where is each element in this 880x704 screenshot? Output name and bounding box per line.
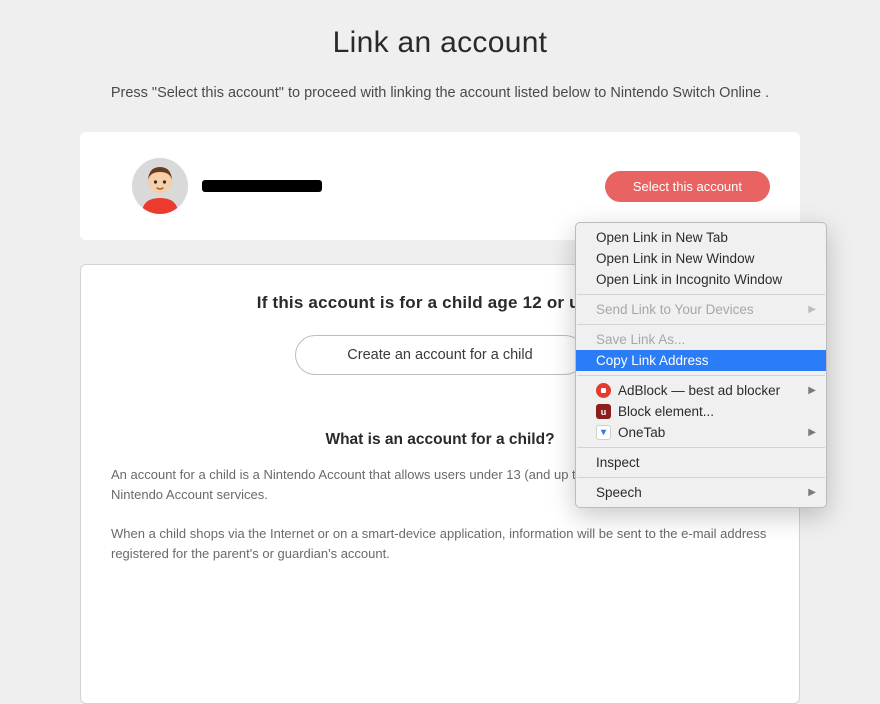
chevron-right-icon: ▶ — [808, 384, 816, 395]
page-title: Link an account — [80, 26, 800, 60]
context-menu-item-label: AdBlock — best ad blocker — [618, 383, 780, 398]
context-menu-separator — [577, 294, 825, 295]
context-menu-item-label: Block element... — [618, 404, 714, 419]
context-menu-separator — [577, 477, 825, 478]
onetab-icon: ▾ — [596, 425, 611, 440]
context-menu-item-label: OneTab — [618, 425, 665, 440]
context-menu-item[interactable]: ▾ OneTab ▶ — [576, 422, 826, 443]
create-child-account-button[interactable]: Create an account for a child — [295, 335, 585, 375]
context-menu-item[interactable]: Copy Link Address — [576, 350, 826, 371]
context-menu-item-label: Send Link to Your Devices — [596, 302, 754, 317]
context-menu-separator — [577, 375, 825, 376]
context-menu-item[interactable]: Open Link in New Window — [576, 248, 826, 269]
context-menu[interactable]: Open Link in New Tab Open Link in New Win… — [575, 222, 827, 508]
context-menu-item[interactable]: Block element... — [576, 401, 826, 422]
context-menu-item: Send Link to Your Devices ▶ — [576, 299, 826, 320]
chevron-right-icon: ▶ — [808, 486, 816, 497]
context-menu-item-label: Copy Link Address — [596, 353, 709, 368]
context-menu-item[interactable]: AdBlock — best ad blocker ▶ — [576, 380, 826, 401]
context-menu-item-label: Open Link in Incognito Window — [596, 272, 782, 287]
page-subtitle: Press "Select this account" to proceed w… — [80, 82, 800, 104]
account-name-redacted — [202, 180, 322, 192]
context-menu-separator — [577, 447, 825, 448]
faq-paragraph: When a child shops via the Internet or o… — [111, 524, 769, 563]
context-menu-separator — [577, 324, 825, 325]
context-menu-item[interactable]: Open Link in Incognito Window — [576, 269, 826, 290]
select-account-button[interactable]: Select this account — [605, 171, 770, 202]
context-menu-item-label: Save Link As... — [596, 332, 685, 347]
context-menu-item[interactable]: Open Link in New Tab — [576, 227, 826, 248]
chevron-right-icon: ▶ — [808, 303, 816, 314]
context-menu-item-label: Inspect — [596, 455, 640, 470]
ublock-icon — [596, 404, 611, 419]
context-menu-item-label: Open Link in New Window — [596, 251, 754, 266]
context-menu-item-label: Open Link in New Tab — [596, 230, 728, 245]
avatar — [132, 158, 188, 214]
context-menu-item[interactable]: Inspect — [576, 452, 826, 473]
context-menu-item: Save Link As... — [576, 329, 826, 350]
context-menu-item-label: Speech — [596, 485, 642, 500]
adblock-icon — [596, 383, 611, 398]
context-menu-item[interactable]: Speech ▶ — [576, 482, 826, 503]
chevron-right-icon: ▶ — [808, 426, 816, 437]
